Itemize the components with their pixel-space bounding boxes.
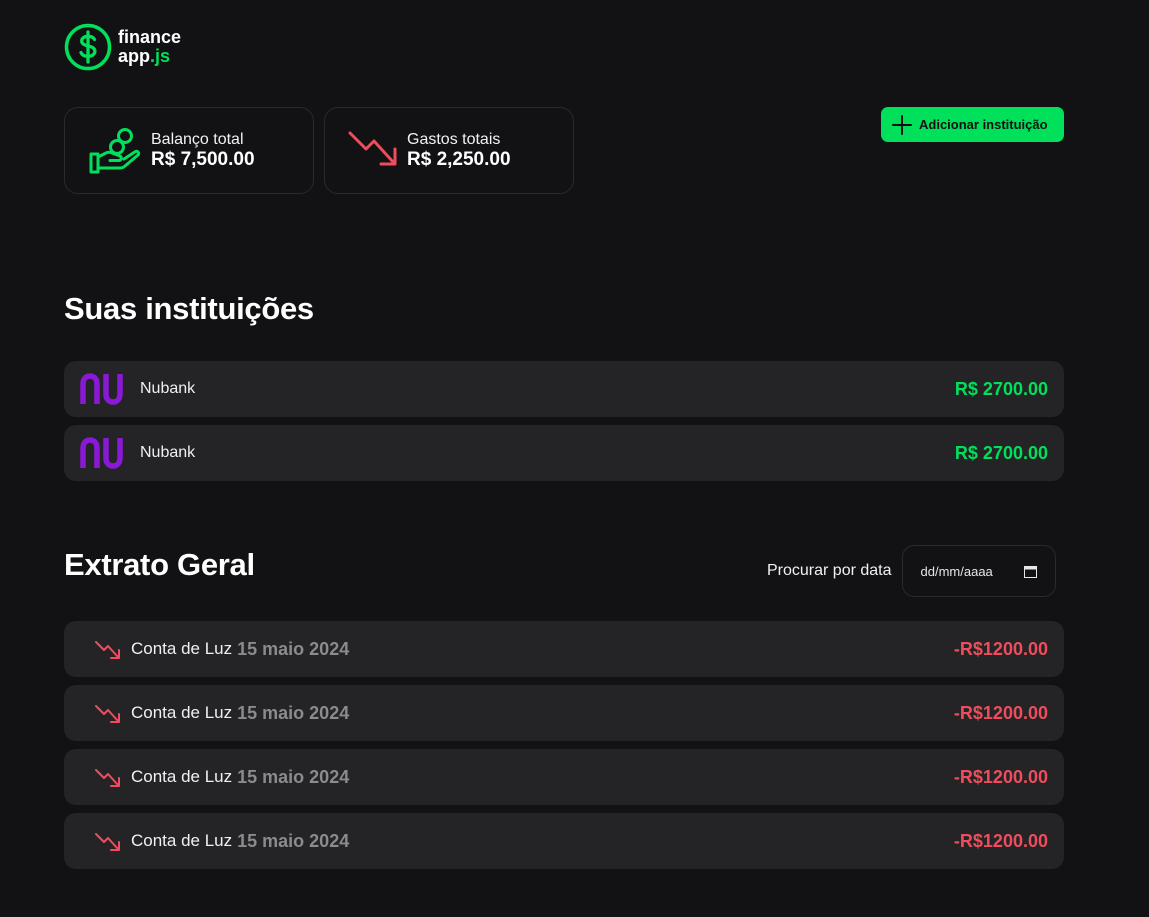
transaction-row[interactable]: Conta de Luz 15 maio 2024 -R$1200.00	[64, 621, 1064, 677]
date-search-label: Procurar por data	[767, 562, 892, 579]
institution-name: Nubank	[140, 444, 196, 461]
transaction-description: Conta de Luz	[131, 639, 233, 658]
institution-amount: R$ 2700.00	[954, 378, 1048, 399]
balance-value: R$ 7,500.00	[151, 149, 255, 170]
transaction-description: Conta de Luz	[131, 831, 233, 850]
transaction-amount: -R$1200.00	[953, 766, 1048, 787]
institution-name: Nubank	[140, 380, 196, 397]
app-name-accent: .js	[150, 46, 171, 66]
dollar-icon	[64, 23, 112, 71]
transaction-row[interactable]: Conta de Luz 15 maio 2024 -R$1200.00	[64, 749, 1064, 805]
trend-down-icon	[348, 131, 397, 165]
trend-down-icon	[95, 833, 120, 851]
date-input[interactable]: dd/mm/aaaa	[901, 545, 1056, 597]
trend-down-icon	[95, 705, 120, 723]
transaction-date: 15 maio 2024	[237, 766, 350, 787]
statement-title: Extrato Geral	[64, 547, 255, 582]
add-institution-button[interactable]: Adicionar instituição	[881, 107, 1064, 142]
transaction-amount: -R$1200.00	[953, 830, 1048, 851]
nubank-logo	[80, 437, 123, 469]
transaction-date: 15 maio 2024	[237, 638, 350, 659]
transaction-amount: -R$1200.00	[953, 638, 1048, 659]
balance-label: Balanço total	[151, 131, 244, 148]
calendar-icon[interactable]	[1023, 565, 1037, 578]
trend-down-icon	[95, 641, 120, 659]
transaction-date: 15 maio 2024	[237, 830, 350, 851]
transaction-date: 15 maio 2024	[237, 702, 350, 723]
date-input-placeholder: dd/mm/aaaa	[920, 563, 993, 579]
trend-down-icon	[95, 769, 120, 787]
app-name-base: app	[118, 46, 151, 66]
transaction-row[interactable]: Conta de Luz 15 maio 2024 -R$1200.00	[64, 813, 1064, 869]
app-name: finance app.js	[118, 28, 181, 66]
institution-row[interactable]: Nubank R$ 2700.00	[64, 425, 1064, 481]
institution-row[interactable]: Nubank R$ 2700.00	[64, 361, 1064, 417]
expenses-card: Gastos totais R$ 2,250.00	[324, 107, 574, 194]
balance-card: Balanço total R$ 7,500.00	[64, 107, 314, 194]
plus-icon	[892, 114, 912, 135]
app-name-line2: app.js	[118, 47, 181, 66]
institutions-title: Suas instituições	[64, 291, 314, 326]
transaction-description: Conta de Luz	[131, 767, 233, 786]
expenses-label: Gastos totais	[407, 131, 501, 148]
expenses-value: R$ 2,250.00	[407, 149, 511, 170]
date-search: Procurar por data dd/mm/aaaa	[767, 545, 1056, 597]
institution-amount: R$ 2700.00	[954, 442, 1048, 463]
hand-coins-icon	[89, 127, 141, 173]
app-name-line1: finance	[118, 27, 182, 47]
transaction-row[interactable]: Conta de Luz 15 maio 2024 -R$1200.00	[64, 685, 1064, 741]
app-logo[interactable]: finance app.js	[64, 22, 181, 72]
add-institution-label: Adicionar instituição	[919, 117, 1048, 132]
transaction-description: Conta de Luz	[131, 703, 233, 722]
nubank-logo	[80, 373, 123, 405]
transaction-amount: -R$1200.00	[953, 702, 1048, 723]
